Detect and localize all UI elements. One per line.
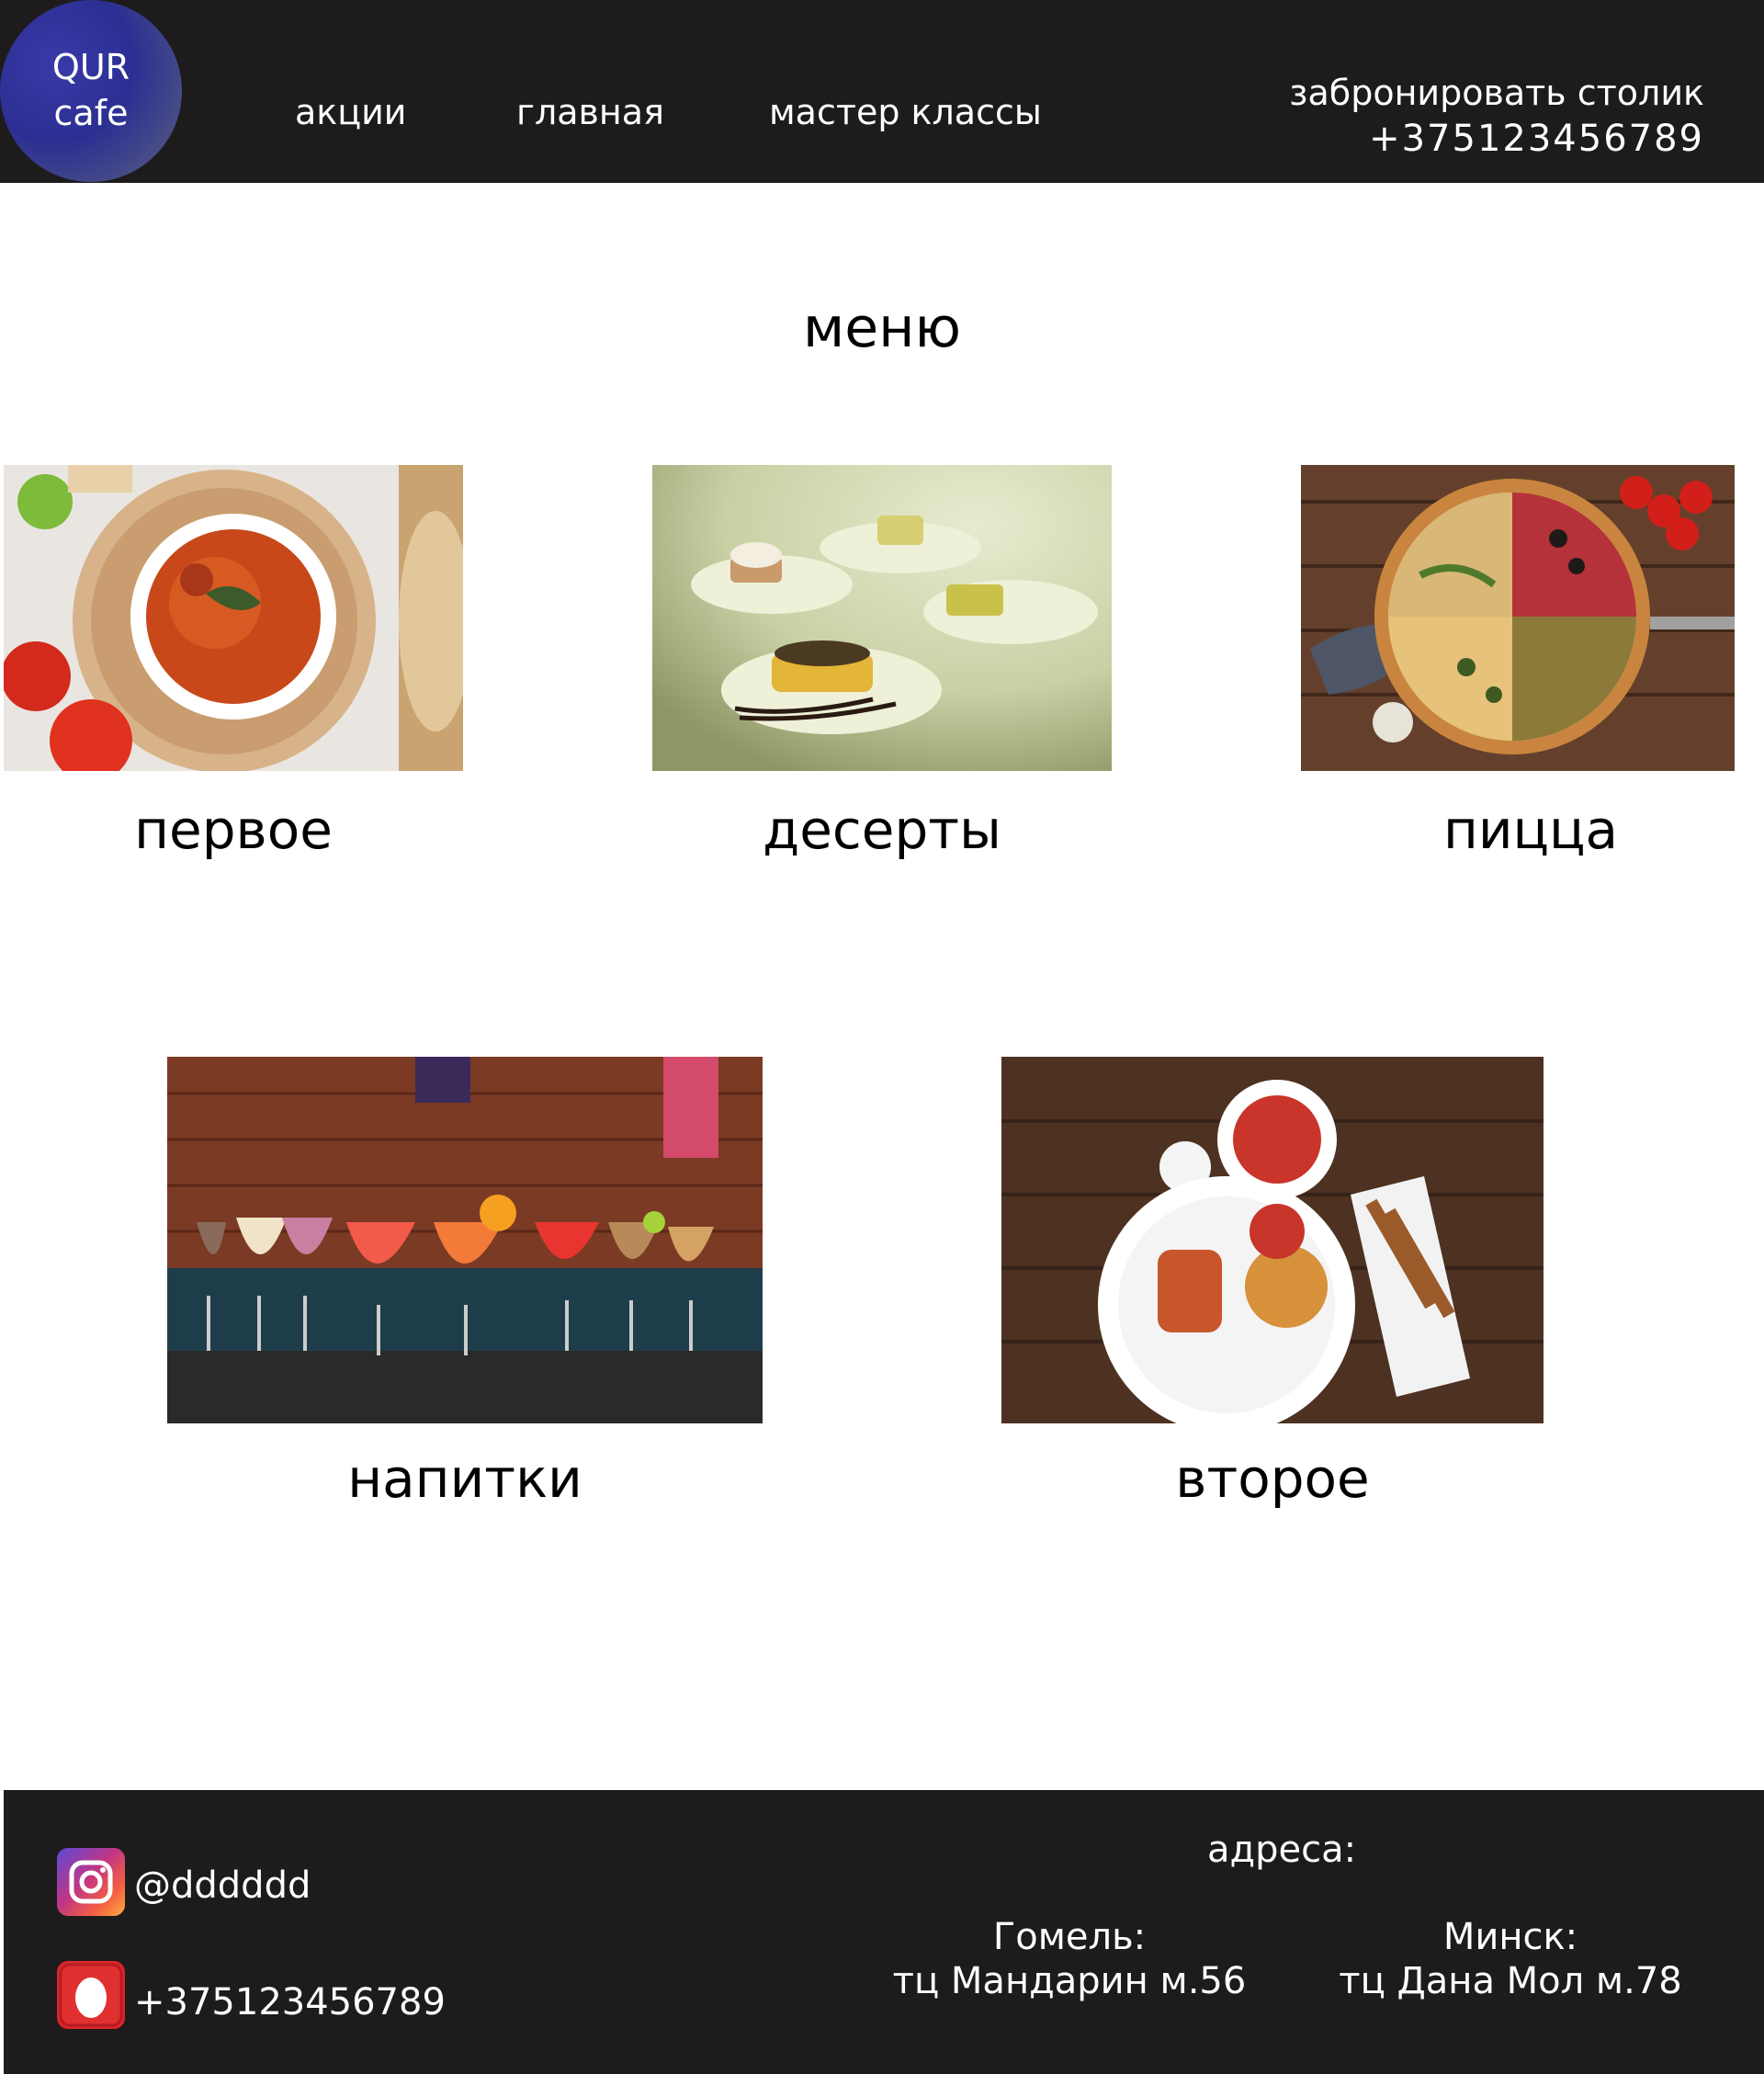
category-label-main: второе: [1175, 1447, 1370, 1510]
nav-master-classes[interactable]: мастер классы: [769, 92, 1042, 132]
category-label-first: первое: [134, 799, 333, 861]
address-place: тц Мандарин м.56: [892, 1960, 1247, 2002]
drinks-photo[interactable]: [167, 1057, 763, 1423]
instagram-handle[interactable]: @dddddd: [134, 1864, 311, 1907]
logo-line-1: QUR: [51, 47, 130, 87]
footer-phone[interactable]: +375123456789: [134, 1981, 446, 2023]
address-gomel: Гомель: тц Мандарин м.56: [886, 1915, 1253, 2003]
addresses-title: адреса:: [1207, 1829, 1357, 1871]
address-city: Гомель:: [992, 1916, 1147, 1958]
category-label-desserts: десерты: [763, 799, 1001, 861]
nav-promotions[interactable]: акции: [295, 92, 407, 132]
category-label-drinks: напитки: [347, 1447, 582, 1510]
booking-block[interactable]: забронировать столик +375123456789: [1263, 70, 1704, 162]
address-minsk: Минск: тц Дана Мол м.78: [1327, 1915, 1694, 2003]
booking-phone[interactable]: +375123456789: [1263, 116, 1704, 162]
site-footer: @dddddd +375123456789 адреса: Гомель: тц…: [4, 1790, 1764, 2074]
site-header: QUR cafe акции главная мастер классы заб…: [0, 0, 1764, 183]
logo-line-2: cafe: [53, 93, 129, 133]
menu-title: меню: [803, 296, 961, 360]
instagram-icon[interactable]: [57, 1848, 125, 1916]
pizza-photo[interactable]: [1301, 465, 1735, 771]
address-city: Минск:: [1442, 1916, 1578, 1958]
nav-home[interactable]: главная: [516, 92, 664, 132]
booking-label[interactable]: забронировать столик: [1263, 70, 1704, 116]
cafe-logo[interactable]: QUR cafe: [0, 0, 182, 182]
main-course-photo[interactable]: [1001, 1057, 1544, 1423]
soup-photo[interactable]: [4, 465, 463, 771]
category-label-pizza: пицца: [1442, 799, 1619, 861]
address-place: тц Дана Мол м.78: [1339, 1960, 1682, 2002]
phone-app-icon[interactable]: [57, 1961, 125, 2029]
desserts-photo[interactable]: [652, 465, 1112, 771]
